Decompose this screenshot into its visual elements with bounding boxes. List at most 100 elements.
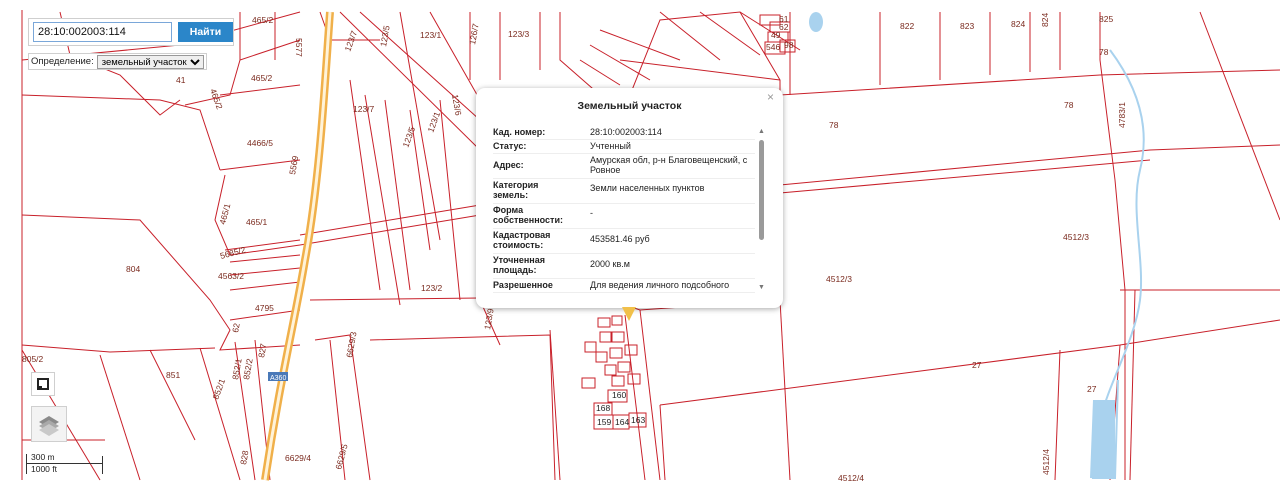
parcel-label: 6629/3 <box>344 331 358 359</box>
parcel-label: 804 <box>126 264 140 274</box>
parcel-label: 123/3 <box>508 29 530 39</box>
parcel-label: 852/1 <box>210 377 227 401</box>
scroll-down-icon[interactable]: ▼ <box>758 284 765 291</box>
info-key: Форма собственности: <box>493 205 563 225</box>
info-row-cadastral-number: Кад. номер: 28:10:002003:114 <box>493 126 755 140</box>
info-row-status: Статус: Учтенный <box>493 140 755 154</box>
parcel-label: 27 <box>1087 384 1097 394</box>
parcel-label: 123/1 <box>425 110 442 134</box>
parcel-label: 465/1 <box>246 217 268 227</box>
parcel-label: 78 <box>1064 100 1074 110</box>
parcel-label: 4512/4 <box>838 473 864 483</box>
parcel-label: 6629/5 <box>333 443 349 471</box>
info-value: - <box>590 208 593 218</box>
road-shield-label: А360 <box>270 375 286 382</box>
parcel-label: 160 <box>612 390 626 400</box>
parcel-label: 98 <box>784 40 794 50</box>
parcel-label: 824 <box>1011 19 1025 29</box>
popup-title: Земельный участок <box>577 100 682 112</box>
parcel-label: 62 <box>230 322 242 333</box>
scroll-up-icon[interactable]: ▲ <box>758 128 765 135</box>
parcel-label: 4512/3 <box>826 274 852 284</box>
parcel-label: 168 <box>596 403 610 413</box>
info-key: Кад. номер: <box>493 127 546 137</box>
scale-imperial-label: 1000 ft <box>31 464 57 474</box>
parcel-label: 827 <box>256 342 268 358</box>
pond <box>809 12 823 32</box>
info-row-permitted-use: Разрешенное Для ведения личного подсобног… <box>493 279 755 293</box>
parcel-label: 123/9 <box>482 307 496 330</box>
parcel-label: 825 <box>1099 14 1113 24</box>
scale-left-tick <box>26 454 27 474</box>
info-row-land-category: Категория земель: Земли населенных пункто… <box>493 179 755 204</box>
info-row-address: Адрес: Амурская обл, р-н Благовещенский, … <box>493 154 755 179</box>
parcel-label: 123/2 <box>421 283 443 293</box>
parcel-label: 123/5 <box>378 24 392 47</box>
parcel-popup: Земельный участок × Кад. номер: 28:10:002… <box>476 88 783 308</box>
info-value: 453581.46 руб <box>590 234 650 244</box>
popup-info-table: Кад. номер: 28:10:002003:114 Статус: Учтен… <box>493 126 755 293</box>
parcel-label: 78 <box>829 120 839 130</box>
popup-pointer <box>622 307 636 321</box>
frame-icon <box>37 378 49 390</box>
popup-scrollbar[interactable]: ▲ ▼ <box>758 128 765 298</box>
parcel-label: 824 <box>1040 13 1050 27</box>
fullscreen-button[interactable] <box>31 372 55 396</box>
close-icon[interactable]: × <box>767 90 774 104</box>
parcel-label: 4512/3 <box>1063 232 1089 242</box>
info-key: Уточненная площадь: <box>493 255 545 275</box>
parcel-label: 823 <box>960 21 974 31</box>
parcel-label: 5685/2 <box>219 244 247 260</box>
definition-control: Определение: земельный участок <box>28 53 207 70</box>
layers-button[interactable] <box>31 406 67 442</box>
info-key: Кадастровая стоимость: <box>493 230 551 250</box>
definition-select[interactable]: земельный участок <box>96 54 204 69</box>
scrollbar-thumb[interactable] <box>759 140 764 240</box>
parcel-label: 27 <box>972 360 982 370</box>
info-value: Для ведения личного подсобного <box>590 280 730 290</box>
parcel-label: 123/1 <box>420 30 442 40</box>
parcel-label: 465/2 <box>251 73 273 83</box>
parcel-label: 5577 <box>294 38 304 57</box>
parcel-label: 4783/1 <box>1117 102 1127 128</box>
parcel-label: 62 <box>779 22 789 32</box>
parcel-label: 851 <box>166 370 180 380</box>
info-row-area: Уточненная площадь: 2000 кв.м <box>493 254 755 279</box>
layers-icon <box>39 416 59 436</box>
parcel-label: 164 <box>615 417 629 427</box>
parcel-label: 6629/4 <box>285 453 311 463</box>
info-key: Адрес: <box>493 160 524 170</box>
parcel-label: 126/7 <box>467 22 481 45</box>
parcel-label: 822 <box>900 21 914 31</box>
parcel-label: 805/2 <box>22 354 44 364</box>
info-row-ownership: Форма собственности: - <box>493 204 755 229</box>
definition-label: Определение: <box>31 56 94 67</box>
highway <box>261 11 334 481</box>
scale-metric-label: 300 m <box>31 452 55 462</box>
info-key: Разрешенное <box>493 280 553 290</box>
scale-bar: 300 m 1000 ft <box>26 452 106 476</box>
parcel-label: 123/7 <box>353 104 375 114</box>
parcel-label: 5569 <box>287 155 300 176</box>
info-value: 2000 кв.м <box>590 259 630 269</box>
search-button[interactable]: Найти <box>178 22 233 42</box>
parcel-label: 123/6 <box>450 94 464 117</box>
info-value: Учтенный <box>590 141 631 151</box>
parcel-label: 4466/5 <box>247 138 273 148</box>
parcel-label: 4795 <box>255 303 274 313</box>
info-value: Земли населенных пунктов <box>590 183 705 193</box>
parcel-label: 4512/4 <box>1041 449 1051 475</box>
parcel-label: 163 <box>631 415 645 425</box>
parcel-label: 159 <box>597 417 611 427</box>
parcel-label: 4563/2 <box>218 271 244 281</box>
parcel-label: 41 <box>176 75 186 85</box>
info-value: 28:10:002003:114 <box>590 127 662 137</box>
parcel-label: 465/1 <box>217 202 232 225</box>
parcel-label: 828 <box>238 449 250 465</box>
search-input[interactable] <box>33 22 172 42</box>
search-bar: Найти <box>28 18 234 46</box>
info-value: Амурская обл, р-н Благовещенский, с Ровн… <box>590 155 748 175</box>
scale-right-tick <box>102 456 103 474</box>
parcel-label: 465/2 <box>252 15 274 25</box>
info-key: Категория земель: <box>493 180 539 200</box>
